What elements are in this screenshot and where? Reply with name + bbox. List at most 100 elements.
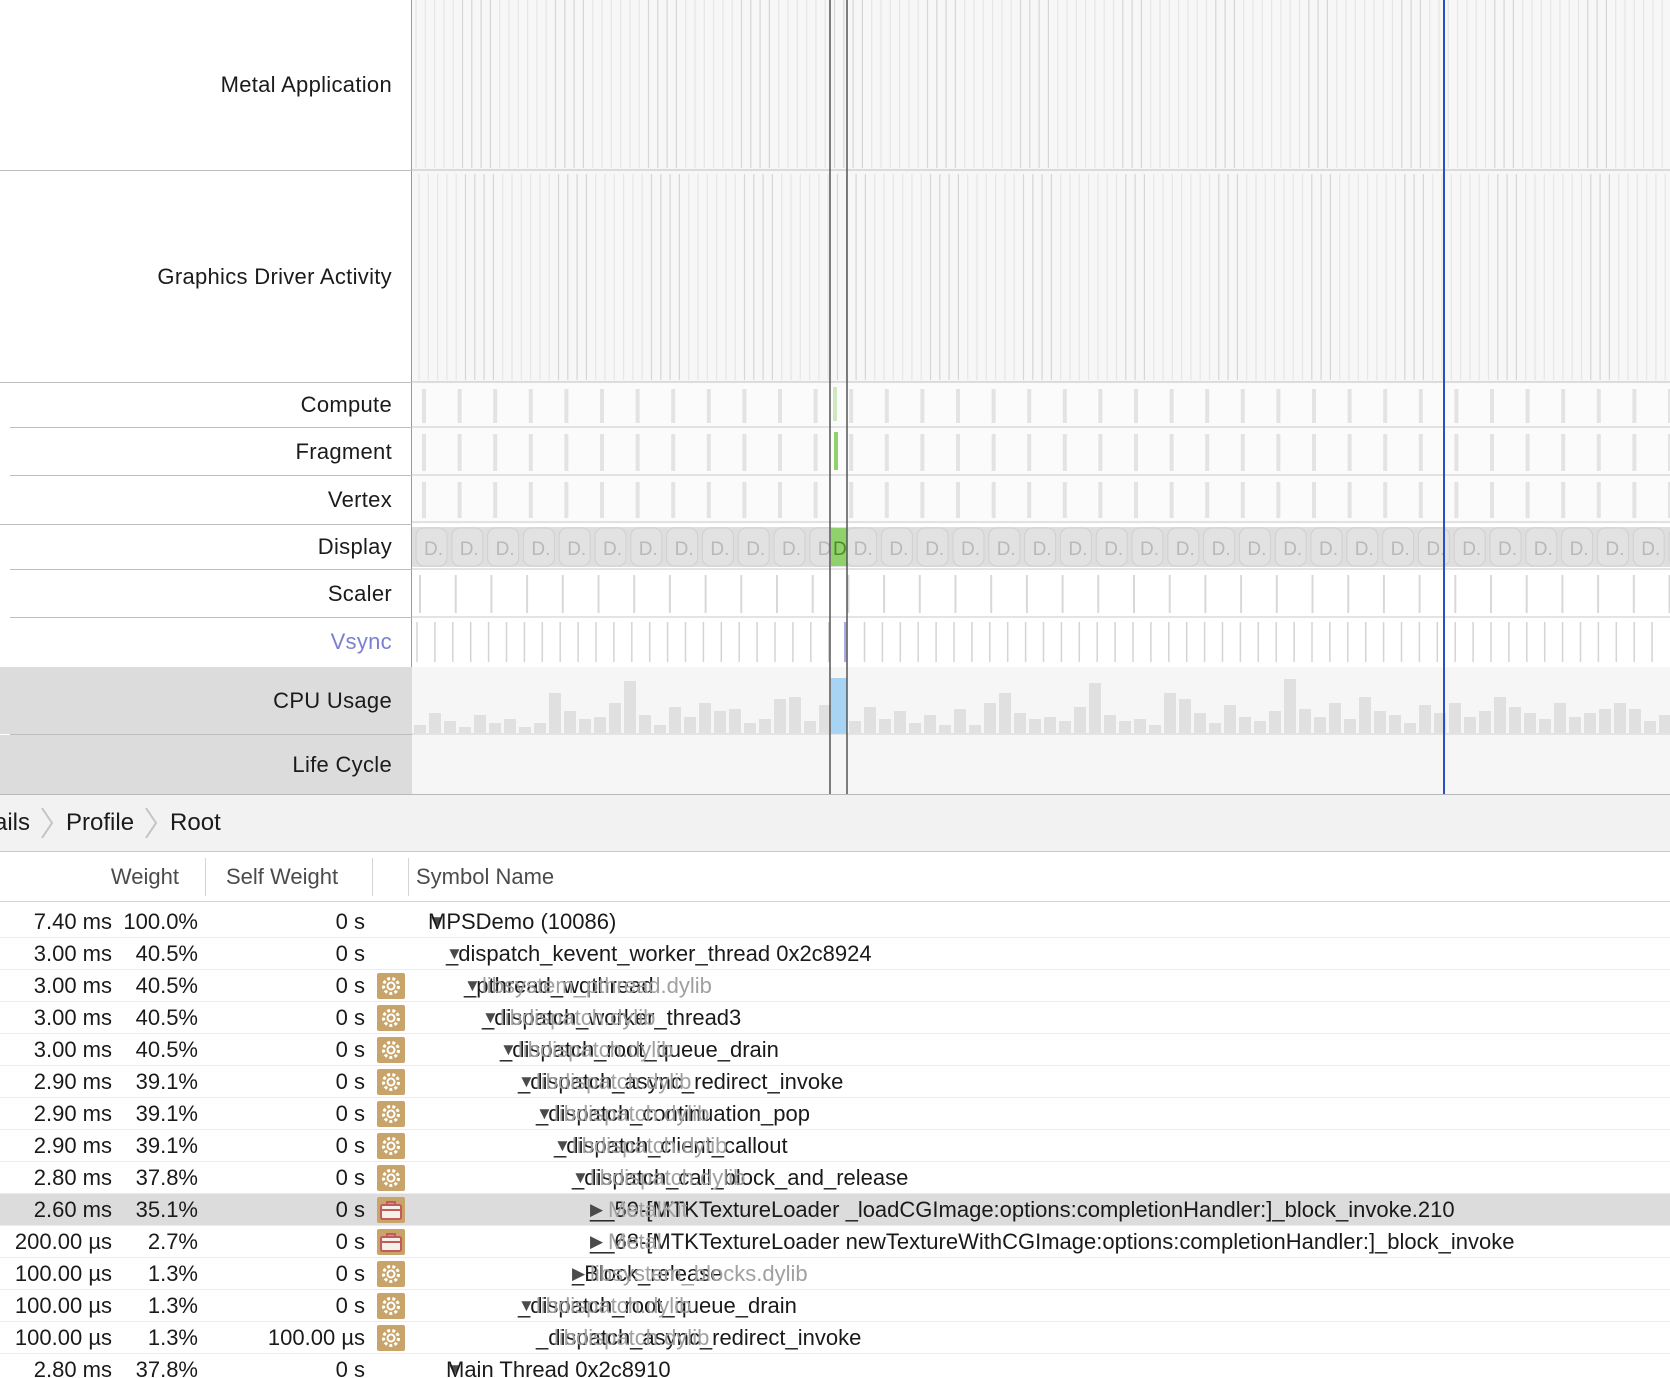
track-label-graphics-driver-activity[interactable]: Graphics Driver Activity (0, 171, 412, 382)
display-block-label: D. (1605, 539, 1624, 560)
table-row[interactable]: 100.00 µs 1.3% 0 s ▼ _dispatch_root_queue_dr… (0, 1290, 1670, 1322)
symbol-name: _dispatch_kevent_worker_thread 0x2c8924 (446, 941, 872, 966)
toolbox-icon (377, 1197, 405, 1223)
life-cycle-lane (412, 735, 1670, 794)
vertex-mark (564, 482, 569, 518)
self-weight: 0 s (335, 1357, 365, 1378)
table-row[interactable]: 2.80 ms 37.8% 0 s ▼ Main Thread 0x2c8910 (0, 1354, 1670, 1378)
vertex-mark (706, 482, 711, 518)
fragment-mark (1240, 434, 1245, 471)
vertex-mark (956, 482, 960, 518)
weight-ms: 7.40 ms (33, 909, 112, 934)
cpu-usage-bar (1494, 697, 1506, 733)
track-label-fragment[interactable]: Fragment (0, 428, 412, 475)
self-weight: 0 s (335, 1101, 365, 1126)
fragment-mark (457, 434, 462, 471)
cpu-usage-bar (1269, 711, 1281, 733)
compute-selected-mark (833, 387, 837, 421)
vertex-mark (1062, 482, 1067, 518)
fragment-mark (1454, 434, 1459, 471)
breadcrumb-item-details[interactable]: ails (0, 809, 30, 837)
vertex-mark (1418, 482, 1423, 518)
track-label-metal-application[interactable]: Metal Application (0, 0, 412, 170)
fragment-mark (1632, 434, 1637, 471)
column-header-weight[interactable]: Weight (111, 852, 179, 902)
weight-percent: 37.8% (135, 1165, 198, 1190)
cpu-usage-bar (1599, 709, 1611, 733)
weight-ms: 100.00 µs (14, 1325, 112, 1350)
cpu-usage-bar (1554, 703, 1566, 733)
table-row[interactable]: 2.60 ms 35.1% 0 s ▶ __59-[MTKTextureLoader _… (0, 1194, 1670, 1226)
cpu-usage-bar (1479, 711, 1491, 733)
track-label-display[interactable]: Display (0, 525, 412, 569)
fragment-mark (1383, 434, 1388, 471)
table-header: Weight Self Weight Symbol Name (0, 852, 1670, 902)
table-row[interactable]: 2.80 ms 37.8% 0 s ▼ _dispatch_call_block_and… (0, 1162, 1670, 1194)
compute-mark (956, 389, 960, 423)
weight-percent: 39.1% (135, 1069, 198, 1094)
compute-mark (778, 389, 782, 423)
compute-mark (742, 389, 747, 423)
table-row[interactable]: 2.90 ms 39.1% 0 s ▼ _dispatch_continuation_p… (0, 1098, 1670, 1130)
compute-mark (1490, 389, 1494, 423)
gear-icon (377, 973, 405, 999)
fragment-mark (1098, 434, 1103, 471)
cpu-usage-bar (1284, 679, 1296, 733)
cpu-usage-bar (1509, 707, 1521, 733)
cpu-usage-bar (729, 709, 741, 733)
symbol-name: MPSDemo (10086) (428, 909, 617, 934)
table-row[interactable]: 3.00 ms 40.5% 0 s ▼ _pthread_wqthread libsyst… (0, 970, 1670, 1002)
compute-mark (884, 389, 889, 423)
display-block-label: D. (854, 539, 873, 560)
fragment-mark (564, 434, 569, 471)
table-row[interactable]: 100.00 µs 1.3% 0 s ▶ _Block_release libsystem… (0, 1258, 1670, 1290)
table-row[interactable]: 2.90 ms 39.1% 0 s ▼ _dispatch_client_callout… (0, 1130, 1670, 1162)
cpu-usage-bar (639, 715, 651, 733)
display-block-label: D. (1426, 539, 1445, 560)
display-block-label: D. (1068, 539, 1087, 560)
track-label-vertex[interactable]: Vertex (0, 476, 412, 524)
vertex-mark (493, 482, 498, 518)
cpu-usage-bar (924, 715, 936, 733)
track-label-cpu-usage[interactable]: CPU Usage (0, 667, 412, 734)
table-row[interactable]: 3.00 ms 40.5% 0 s ▼ _dispatch_worker_thread3… (0, 1002, 1670, 1034)
fragment-mark (849, 434, 854, 471)
breadcrumb-item-root[interactable]: Root (170, 809, 221, 837)
track-label-scaler[interactable]: Scaler (0, 570, 412, 617)
vertex-mark (991, 482, 996, 518)
table-row[interactable]: 3.00 ms 40.5% 0 s ▼ _dispatch_root_queue_dra… (0, 1034, 1670, 1066)
column-header-symbol-name[interactable]: Symbol Name (416, 852, 554, 902)
vertex-mark (635, 482, 640, 518)
cpu-usage-bar (1119, 721, 1131, 733)
compute-mark (564, 389, 569, 423)
cpu-usage-bar (819, 705, 831, 733)
table-row[interactable]: 7.40 ms 100.0% 0 s ▼ MPSDemo (10086) (0, 906, 1670, 938)
table-row[interactable]: 2.90 ms 39.1% 0 s ▼ _dispatch_async_redirect… (0, 1066, 1670, 1098)
fragment-mark (956, 434, 960, 471)
cpu-usage-bar (1659, 715, 1670, 733)
timeline-pane: Metal Application Graphics Driver Activi… (0, 0, 1670, 794)
track-label-life-cycle[interactable]: Life Cycle (0, 735, 412, 794)
vertex-mark (600, 482, 604, 518)
display-block-label: D. (1534, 539, 1553, 560)
cpu-usage-bar (1029, 719, 1041, 733)
cpu-usage-bar (1464, 717, 1476, 733)
track-label-vsync[interactable]: Vsync (0, 618, 412, 666)
column-header-self-weight[interactable]: Self Weight (226, 852, 338, 902)
symbol-name: Main Thread 0x2c8910 (446, 1357, 671, 1378)
table-row[interactable]: 200.00 µs 2.7% 0 s ▶ __68-[MTKTextureLoader … (0, 1226, 1670, 1258)
table-row[interactable]: 100.00 µs 1.3% 100.00 µs _dispatch_async_re… (0, 1322, 1670, 1354)
cpu-usage-bar (549, 693, 561, 733)
cpu-usage-bar (1344, 719, 1356, 733)
breadcrumb: ails Profile Root (0, 794, 1670, 852)
track-label-compute[interactable]: Compute (0, 383, 412, 427)
track-canvas[interactable]: D. D. D. D. D. D. D. D. D. D. D. D. D. D. D. D. D. D. D. D.… (412, 0, 1670, 794)
vertex-mark (422, 482, 426, 518)
weight-percent: 39.1% (135, 1133, 198, 1158)
table-row[interactable]: 3.00 ms 40.5% 0 s ▼ _dispatch_kevent_worker_… (0, 938, 1670, 970)
compute-mark (493, 389, 498, 423)
cpu-usage-bar (594, 717, 606, 733)
compute-mark (528, 389, 533, 423)
breadcrumb-chevron-icon (41, 807, 54, 839)
breadcrumb-item-profile[interactable]: Profile (66, 809, 134, 837)
